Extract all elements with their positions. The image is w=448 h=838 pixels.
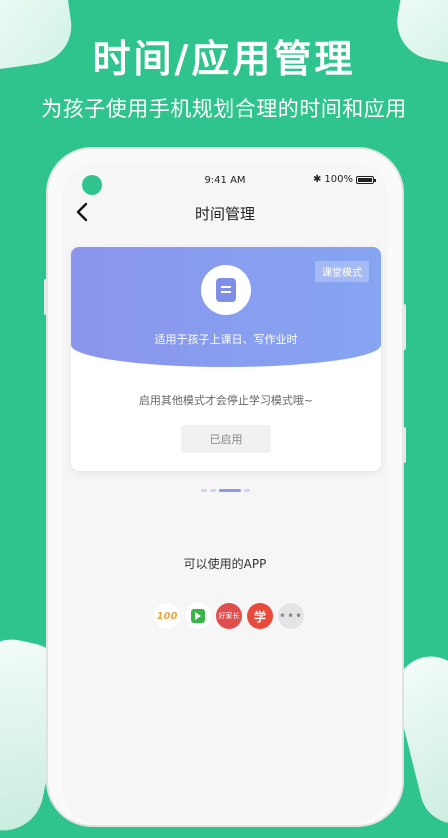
promo-headline: 时间/应用管理 [92, 37, 356, 81]
haojiazhang-app-icon[interactable]: 好家长 [216, 603, 242, 629]
mode-card: 课堂模式 适用于孩子上课日、写作业时 启用其他模式才会停止学习模式哦~ 已启用 [71, 247, 381, 471]
more-icon[interactable]: ••• [278, 603, 304, 629]
phone-side-button [44, 279, 48, 315]
mode-description: 适用于孩子上课日、写作业时 [154, 333, 298, 346]
phone-side-button [402, 427, 406, 463]
apps-label: 可以使用的APP [183, 557, 267, 571]
status-right: ✱ 100% [313, 174, 376, 185]
battery-icon [356, 175, 376, 184]
bluetooth-icon: ✱ [313, 174, 322, 185]
mode-card-hero: 课堂模式 适用于孩子上课日、写作业时 [71, 247, 381, 367]
battery-percent: 100% [324, 174, 353, 185]
mode-note: 启用其他模式才会停止学习模式哦~ [138, 394, 314, 407]
mode-badge: 课堂模式 [315, 261, 369, 282]
page-title: 时间管理 [194, 205, 255, 223]
enabled-button[interactable]: 已启用 [181, 425, 271, 453]
carousel-dot[interactable] [244, 489, 250, 492]
phone-screen: 9:41 AM ✱ 100% 时间管理 课堂模式 适用于孩子上课日、写作业时 启… [62, 163, 388, 823]
carousel-dot[interactable] [210, 489, 216, 492]
promo-subline: 为孩子使用手机规划合理的时间和应用 [41, 97, 407, 121]
mode-icon-circle [201, 265, 251, 315]
carousel-dot-active[interactable] [219, 489, 241, 492]
video-app-icon[interactable] [185, 603, 211, 629]
phone-frame: 9:41 AM ✱ 100% 时间管理 课堂模式 适用于孩子上课日、写作业时 启… [44, 147, 406, 827]
carousel-dots [201, 489, 250, 492]
xue-app-icon[interactable]: 学 [247, 603, 273, 629]
phone-side-button [402, 304, 406, 350]
app-icon-row: 100 好家长 学 ••• [154, 603, 304, 629]
document-icon [216, 278, 236, 302]
carousel-dot[interactable] [201, 489, 207, 492]
100-app-icon[interactable]: 100 [154, 603, 180, 629]
